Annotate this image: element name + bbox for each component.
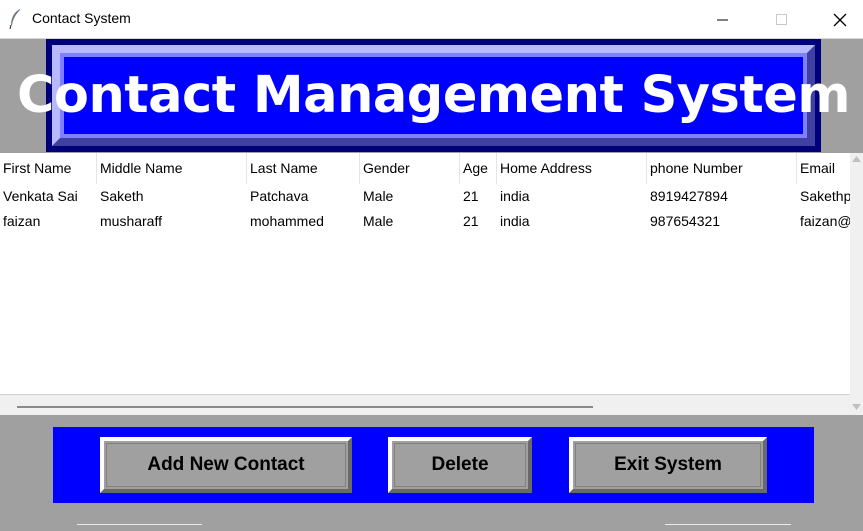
add-button-label: Add New Contact [147,454,305,475]
minimize-icon [717,19,728,20]
cell-phone-number: 987654321 [650,213,721,229]
cell-age: 21 [463,213,479,229]
banner-inner: Contact Management System [17,57,851,134]
cell-email: Sakethp [800,188,850,204]
table-row[interactable]: faizan musharaff mohammed Male 21 india … [0,209,850,234]
cell-home-address: india [500,213,530,229]
horizontal-scrollbar[interactable] [0,394,850,415]
table-header: First Name Middle Name Last Name Gender … [0,153,850,184]
cell-last-name: mohammed [250,213,324,229]
column-header-age[interactable]: Age [460,153,497,184]
banner-frame: Contact Management System [17,45,851,146]
delete-button[interactable]: Delete [388,437,532,493]
cell-first-name: faizan [3,213,41,229]
cell-middle-name: Saketh [100,188,144,204]
cell-home-address: india [500,188,530,204]
exit-button-face: Exit System [575,443,761,487]
scroll-up-arrow-icon[interactable] [852,155,861,163]
vertical-scrollbar[interactable] [850,153,863,415]
button-panel: Add New Contact Delete Exit System [53,427,814,503]
delete-button-face: Delete [394,443,526,487]
maximize-button[interactable] [759,0,805,39]
column-header-middle-name[interactable]: Middle Name [97,153,247,184]
column-header-gender[interactable]: Gender [360,153,460,184]
cell-gender: Male [363,213,394,229]
cell-email: faizan@ [800,213,850,229]
delete-button-label: Delete [431,454,489,475]
column-header-first-name[interactable]: First Name [0,153,97,184]
cell-first-name: Venkata Sai [3,188,78,204]
cell-phone-number: 8919427894 [650,188,728,204]
minimize-button[interactable] [700,0,746,39]
horizontal-scroll-thumb[interactable] [17,406,593,408]
window-title: Contact System [32,10,131,26]
exit-button-label: Exit System [614,454,722,475]
cell-middle-name: musharaff [100,213,162,229]
cell-gender: Male [363,188,394,204]
title-bar: Contact System [0,0,863,39]
contacts-table[interactable]: First Name Middle Name Last Name Gender … [0,153,850,394]
column-header-email[interactable]: Email [797,153,850,184]
banner: Contact Management System [17,39,851,152]
add-button-face: Add New Contact [106,443,346,487]
divider [77,524,202,525]
banner-title: Contact Management System [16,66,851,125]
column-header-home-address[interactable]: Home Address [497,153,647,184]
cell-last-name: Patchava [250,188,309,204]
close-icon [833,13,847,26]
divider [665,524,791,525]
feather-icon [9,9,20,30]
table-row[interactable]: Venkata Sai Saketh Patchava Male 21 indi… [0,184,850,209]
column-header-last-name[interactable]: Last Name [247,153,360,184]
cell-age: 21 [463,188,479,204]
exit-system-button[interactable]: Exit System [569,437,767,493]
scroll-down-arrow-icon[interactable] [852,403,861,411]
maximize-icon [776,13,787,25]
close-button[interactable] [817,0,863,39]
add-new-contact-button[interactable]: Add New Contact [100,437,352,493]
column-header-phone-number[interactable]: phone Number [647,153,797,184]
